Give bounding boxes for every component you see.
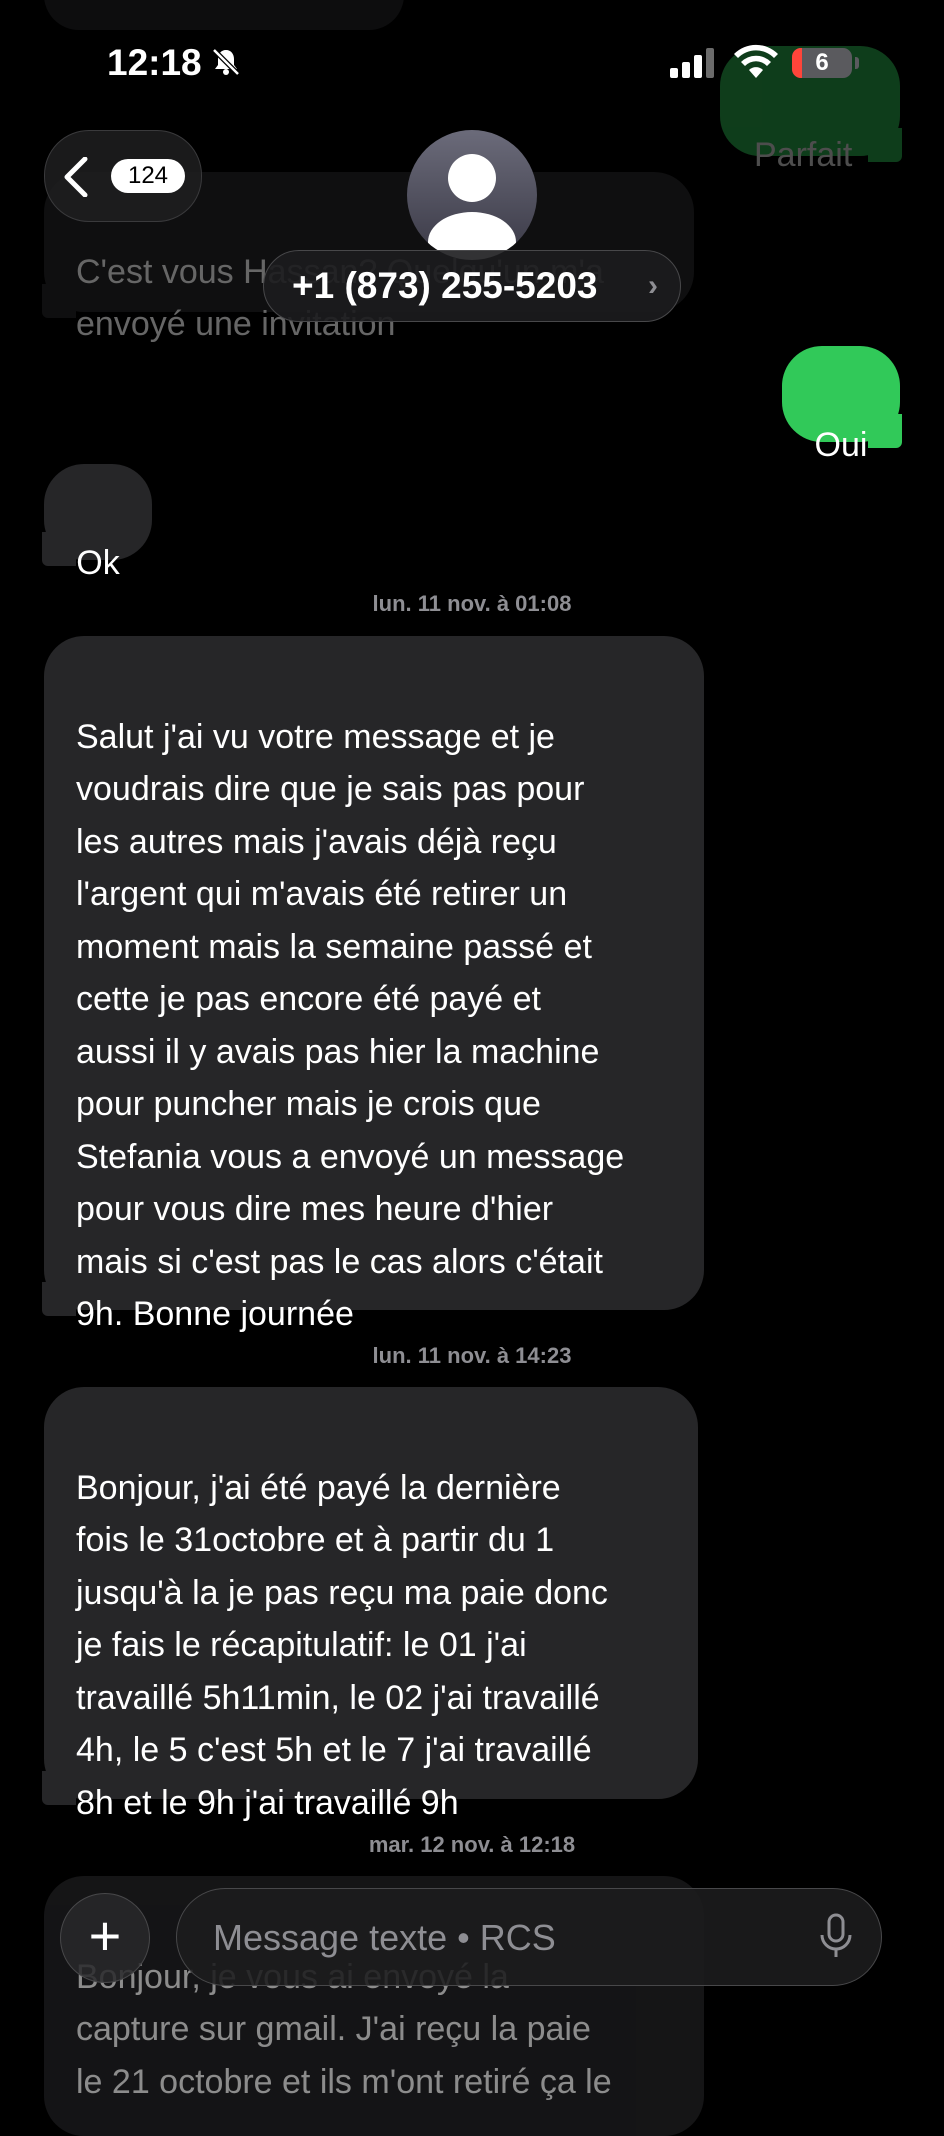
- timestamp: mar. 12 nov. à 12:18: [368, 1832, 576, 1857]
- message-input-container[interactable]: [176, 1888, 882, 1987]
- contact-name-button[interactable]: +1 (873) 255-5203 ›: [263, 250, 681, 322]
- cellular-signal-icon: [670, 48, 718, 83]
- timestamp: lun. 11 nov. à 14:23: [372, 1343, 572, 1368]
- chevron-right-icon: ›: [648, 269, 658, 302]
- wifi-icon: [733, 44, 779, 83]
- add-attachment-button[interactable]: +: [60, 1893, 150, 1983]
- message-text: Oui: [814, 425, 868, 464]
- message-text: Bonjour, j'ai été payé la dernière fois …: [76, 1468, 608, 1822]
- microphone-icon[interactable]: [819, 1913, 853, 1966]
- message-bubble-incoming[interactable]: Salut j'ai vu votre message et je voudra…: [44, 636, 704, 1333]
- battery-level: 6: [815, 49, 829, 76]
- message-bubble-incoming[interactable]: Ok: [44, 464, 152, 582]
- status-time: 12:18: [107, 42, 202, 83]
- battery-nub: [855, 57, 859, 69]
- timestamp: lun. 11 nov. à 01:08: [372, 591, 572, 616]
- battery-icon: 6: [792, 48, 852, 78]
- message-bubble-incoming[interactable]: Bonjour, j'ai été payé la dernière fois …: [44, 1387, 698, 1822]
- message-text: Salut j'ai vu votre message et je voudra…: [76, 717, 625, 1334]
- message-text: Parfait: [754, 135, 853, 174]
- message-bubble-outgoing[interactable]: Oui: [782, 346, 902, 464]
- message-text: Ok: [76, 543, 120, 582]
- unread-count-badge: 124: [111, 159, 185, 193]
- bell-slash-icon: [210, 46, 242, 83]
- back-chevron-icon: [64, 157, 88, 197]
- contact-avatar-icon[interactable]: [407, 130, 537, 260]
- contact-name: +1 (873) 255-5203: [292, 265, 598, 306]
- plus-icon: +: [88, 1904, 122, 1967]
- status-bar: 12:18 6: [0, 0, 944, 120]
- message-input[interactable]: [211, 1889, 775, 1987]
- back-button[interactable]: 124: [44, 130, 202, 222]
